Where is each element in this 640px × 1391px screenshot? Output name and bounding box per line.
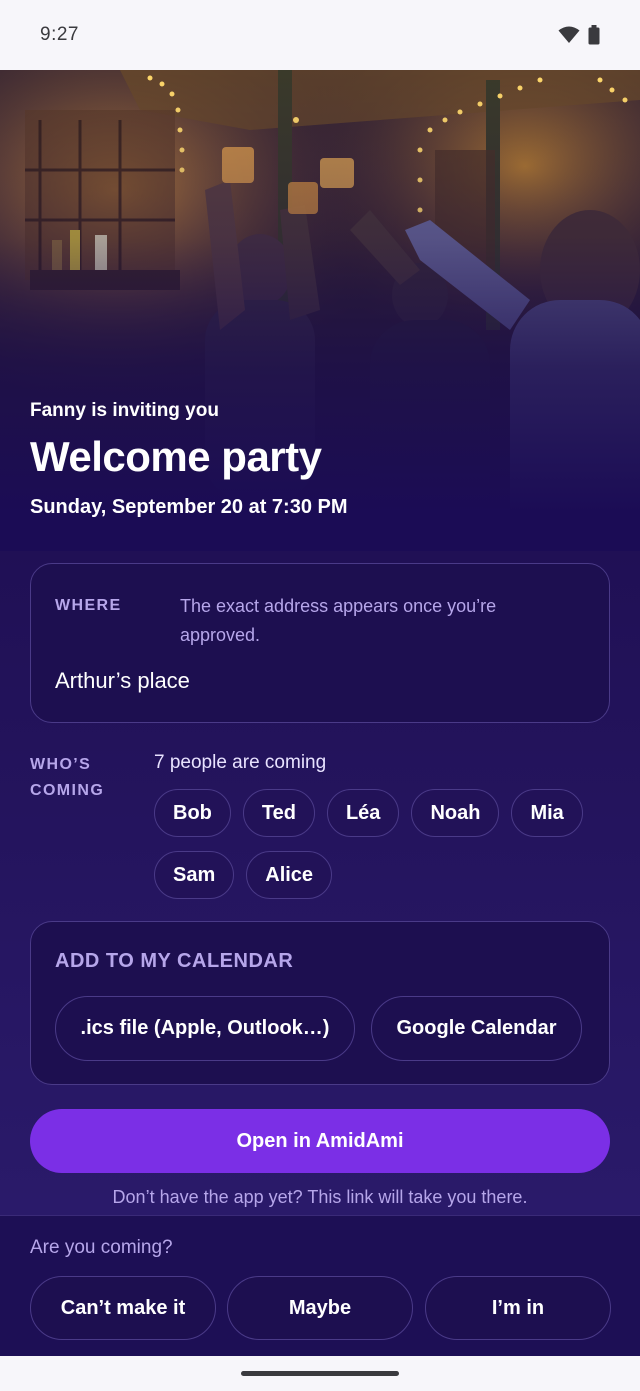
calendar-card: ADD TO MY CALENDAR .ics file (Apple, Out… [30, 921, 610, 1085]
home-gesture-handle[interactable] [241, 1371, 399, 1376]
rsvp-maybe-button[interactable]: Maybe [227, 1276, 413, 1340]
calendar-title: ADD TO MY CALENDAR [55, 950, 294, 972]
open-in-app-button[interactable]: Open in AmidAmi [30, 1109, 610, 1173]
attendee-chip[interactable]: Léa [326, 789, 400, 837]
attendee-chip[interactable]: Bob [154, 789, 231, 837]
where-label: WHERE [55, 597, 122, 614]
event-header: Fanny is inviting you Welcome party Sund… [30, 400, 348, 519]
rsvp-accept-button[interactable]: I’m in [425, 1276, 611, 1340]
whos-coming-label: WHO’S COMING [30, 756, 105, 799]
wifi-icon [558, 26, 580, 43]
rsvp-question: Are you coming? [30, 1237, 173, 1258]
attendee-count: 7 people are coming [154, 752, 327, 773]
status-time: 9:27 [40, 24, 79, 45]
place-name: Arthur’s place [55, 668, 190, 693]
app-download-note: Don’t have the app yet? This link will t… [112, 1187, 528, 1207]
rsvp-bar: Are you coming? Can’t make it Maybe I’m … [0, 1215, 640, 1356]
battery-icon [588, 25, 600, 45]
address-note: The exact address appears once you’re ap… [180, 596, 497, 645]
screen: 9:27 Fanny is inviting you Welcome party… [0, 0, 640, 1391]
google-calendar-button[interactable]: Google Calendar [371, 996, 582, 1061]
attendee-chip[interactable]: Ted [242, 789, 315, 837]
event-details: WHERE The exact address appears once you… [0, 551, 640, 1215]
navigation-bar [0, 1356, 640, 1391]
attendee-chip[interactable]: Noah [411, 789, 500, 837]
status-icons [558, 25, 600, 45]
inviter-line: Fanny is inviting you [30, 400, 219, 421]
status-bar: 9:27 [0, 0, 640, 70]
attendee-chip[interactable]: Sam [154, 851, 235, 899]
attendee-chip[interactable]: Alice [246, 851, 333, 899]
event-date: Sunday, September 20 at 7:30 PM [30, 496, 348, 518]
where-card: WHERE The exact address appears once you… [30, 563, 610, 723]
event-title: Welcome party [30, 433, 322, 480]
rsvp-decline-button[interactable]: Can’t make it [30, 1276, 216, 1340]
attendee-list: Bob Ted Léa Noah Mia Sam Alice [154, 789, 594, 899]
ics-file-button[interactable]: .ics file (Apple, Outlook…) [55, 996, 355, 1061]
event-hero: Fanny is inviting you Welcome party Sund… [0, 70, 640, 551]
attendee-chip[interactable]: Mia [511, 789, 583, 837]
